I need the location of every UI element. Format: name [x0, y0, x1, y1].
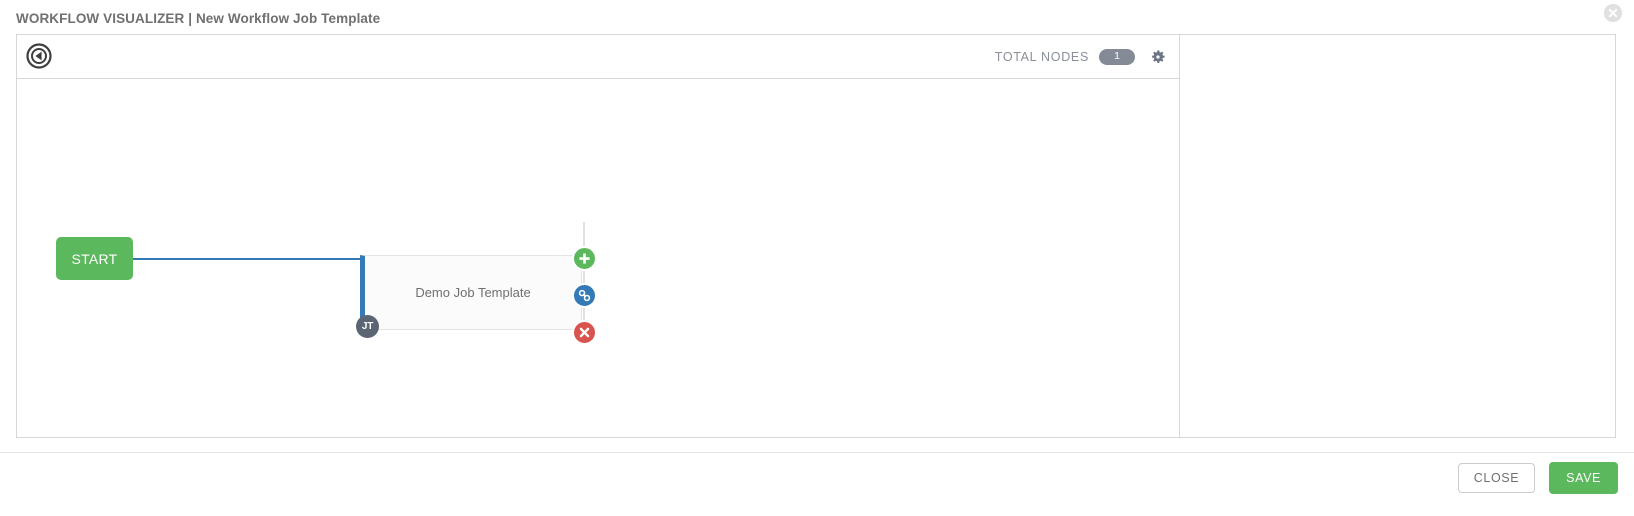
close-icon[interactable]: [1604, 4, 1622, 22]
page-title: WORKFLOW VISUALIZER | New Workflow Job T…: [16, 11, 381, 26]
start-node[interactable]: START: [56, 237, 133, 280]
link-node-button[interactable]: [572, 283, 597, 308]
node-type-badge-jt[interactable]: JT: [356, 315, 379, 338]
canvas-toolbar-right: TOTAL NODES 1: [995, 35, 1167, 79]
job-template-node[interactable]: Demo Job Template: [360, 255, 582, 330]
workflow-canvas-column: TOTAL NODES 1 START Demo Job Template JT: [17, 35, 1180, 437]
close-button[interactable]: CLOSE: [1457, 463, 1536, 493]
footer-buttons: CLOSE SAVE: [1457, 462, 1618, 494]
dialog-footer: CLOSE SAVE: [0, 452, 1634, 516]
gear-icon[interactable]: [1149, 48, 1167, 66]
close-x-icon: [579, 327, 590, 338]
start-node-label: START: [71, 250, 118, 267]
compass-icon[interactable]: [25, 42, 53, 70]
workflow-side-panel: [1180, 35, 1615, 437]
workflow-canvas[interactable]: START Demo Job Template JT: [17, 79, 1179, 437]
add-node-button[interactable]: [572, 246, 597, 271]
canvas-toolbar: TOTAL NODES 1: [17, 35, 1179, 79]
total-nodes-label: TOTAL NODES: [994, 50, 1089, 64]
save-button[interactable]: SAVE: [1549, 462, 1618, 494]
workflow-links: [133, 222, 585, 333]
link-icon: [578, 289, 591, 302]
total-nodes-badge: 1: [1099, 48, 1135, 66]
plus-icon: [579, 253, 590, 264]
job-template-node-label: Demo Job Template: [415, 285, 531, 300]
visualizer-panel: TOTAL NODES 1 START Demo Job Template JT: [16, 34, 1616, 438]
delete-node-button[interactable]: [572, 320, 597, 345]
